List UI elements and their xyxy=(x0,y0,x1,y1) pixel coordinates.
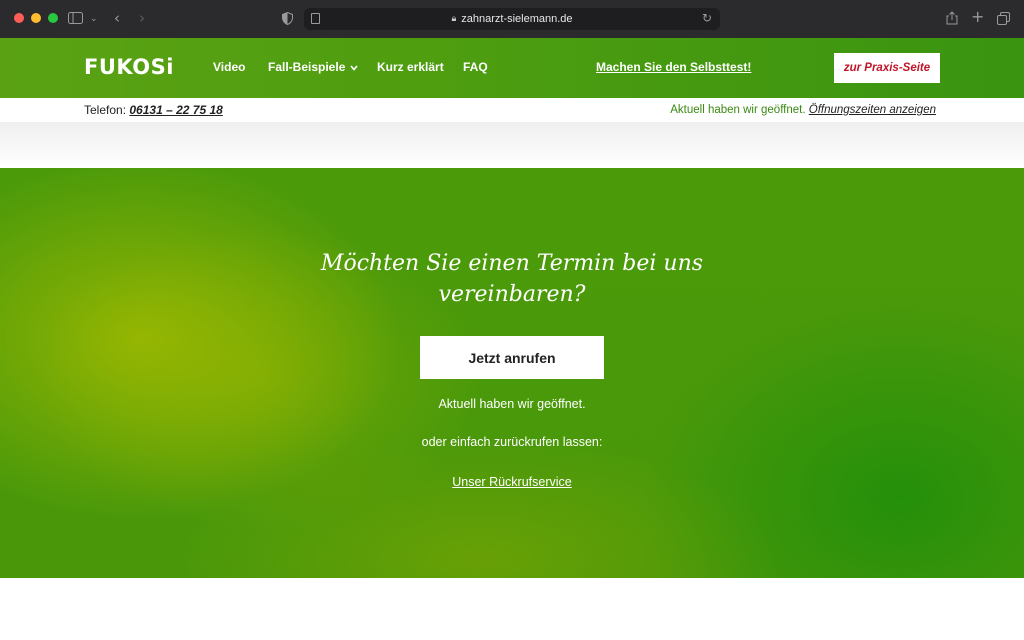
appointment-hero: Möchten Sie einen Termin bei uns vereinb… xyxy=(0,168,1024,578)
hero-title: Möchten Sie einen Termin bei uns vereinb… xyxy=(320,251,704,307)
praxis-page-button[interactable]: zur Praxis-Seite xyxy=(834,53,940,83)
nav-label: FAQ xyxy=(463,60,488,74)
back-icon[interactable]: ‹ xyxy=(114,11,120,26)
info-bar: Telefon: 06131 – 22 75 18 Aktuell haben … xyxy=(0,98,1024,122)
nav-item-fall-beispiele[interactable]: Fall-Beispiele xyxy=(268,60,358,74)
minimize-window-button[interactable] xyxy=(31,13,41,23)
hero-open-status: Aktuell haben wir geöffnet. xyxy=(438,397,586,411)
phone-info: Telefon: 06131 – 22 75 18 xyxy=(84,103,223,117)
tabs-overview-icon[interactable] xyxy=(997,12,1010,29)
nav-item-kurz-erklaert[interactable]: Kurz erklärt xyxy=(377,60,444,74)
nav-item-video[interactable]: Video xyxy=(213,60,245,74)
nav-item-faq[interactable]: FAQ xyxy=(463,60,488,74)
close-window-button[interactable] xyxy=(14,13,24,23)
chevron-down-icon[interactable]: ⌄ xyxy=(90,12,98,26)
new-tab-icon[interactable]: + xyxy=(971,9,984,25)
callback-service-link[interactable]: Unser Rückrufservice xyxy=(312,475,712,489)
page-icon xyxy=(311,13,320,24)
logo[interactable]: FUKOSi xyxy=(84,55,174,79)
reload-icon[interactable]: ↻ xyxy=(702,11,712,25)
site-header: FUKOSi Video Fall-Beispiele Kurz erklärt… xyxy=(0,38,1024,98)
nav-label: Video xyxy=(213,60,246,74)
call-now-button[interactable]: Jetzt anrufen xyxy=(420,336,604,379)
header-shadow xyxy=(0,122,1024,168)
address-bar[interactable]: 🔒︎ zahnarzt-sielemann.de ↻ xyxy=(304,8,720,30)
opening-hours-link[interactable]: Öffnungszeiten anzeigen xyxy=(809,104,936,116)
nav-label: Fall-Beispiele xyxy=(268,60,346,74)
maximize-window-button[interactable] xyxy=(48,13,58,23)
url-text: zahnarzt-sielemann.de xyxy=(461,13,573,25)
phone-number-link[interactable]: 06131 – 22 75 18 xyxy=(129,103,222,117)
callback-intro-text: oder einfach zurückrufen lassen: xyxy=(421,435,603,449)
nav-label: Kurz erklärt xyxy=(377,60,444,74)
open-status-text: Aktuell haben wir geöffnet. xyxy=(670,104,806,116)
selftest-link[interactable]: Machen Sie den Selbsttest! xyxy=(596,60,751,74)
browser-toolbar: ⌄ ‹ › 🔒︎ zahnarzt-sielemann.de ↻ + xyxy=(0,0,1024,38)
sidebar-icon[interactable] xyxy=(68,12,83,28)
opening-status: Aktuell haben wir geöffnet. Öffnungszeit… xyxy=(670,104,936,116)
phone-label: Telefon: xyxy=(84,103,127,117)
shield-icon[interactable] xyxy=(282,11,293,29)
share-icon[interactable] xyxy=(946,11,958,29)
lock-icon: 🔒︎ xyxy=(451,14,457,24)
chevron-down-icon xyxy=(350,63,358,74)
window-controls xyxy=(14,13,58,23)
forward-icon[interactable]: › xyxy=(139,11,145,26)
